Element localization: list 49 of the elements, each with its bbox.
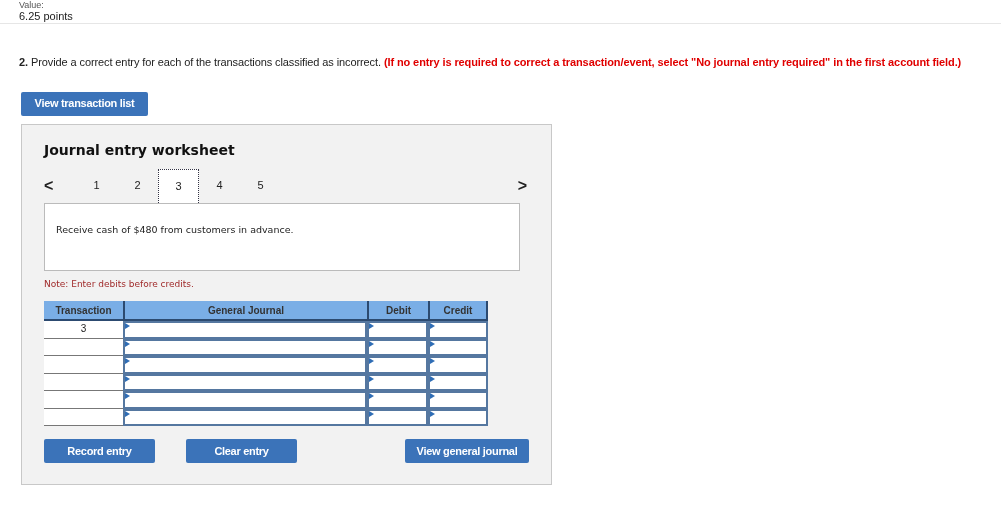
clear-entry-button[interactable]: Clear entry [186, 439, 297, 463]
tab[interactable]: 3 [158, 168, 199, 203]
note-text: Note: Enter debits before credits. [44, 277, 195, 291]
marker-icon [369, 340, 374, 347]
next-button[interactable]: > [517, 177, 527, 203]
marker-icon [369, 410, 374, 417]
marker-icon [369, 323, 374, 329]
input-field[interactable] [367, 356, 428, 374]
input-field[interactable] [123, 321, 367, 339]
input-field[interactable] [428, 321, 488, 339]
marker-icon [369, 375, 374, 382]
tab[interactable]: 4 [199, 168, 240, 203]
tab[interactable]: 1 [76, 168, 117, 203]
marker-icon [430, 410, 435, 417]
view-transaction-list-button[interactable]: View transaction list [21, 91, 148, 116]
column-header: Transaction [54, 303, 113, 318]
worksheet-title: Journal entry worksheet [44, 140, 236, 160]
view-general-journal-button[interactable]: View general journal [405, 439, 529, 463]
marker-icon [125, 340, 130, 347]
marker-icon [125, 393, 130, 399]
transaction-cell: 3 [44, 321, 123, 339]
record-entry-button[interactable]: Record entry [44, 439, 155, 463]
marker-icon [125, 410, 130, 417]
marker-icon [430, 393, 435, 399]
marker-icon [430, 358, 435, 364]
tab[interactable]: 5 [240, 168, 281, 203]
input-field[interactable] [367, 321, 428, 339]
input-field[interactable] [428, 391, 488, 409]
marker-icon [430, 375, 435, 382]
marker-icon [125, 358, 130, 364]
column-header: General Journal [123, 301, 367, 319]
marker-icon [369, 393, 374, 399]
question-text: 2. Provide a correct entry for each of the transactions classified as incorrect. (If no entry is required to correct a transaction/event, select "No journal entry required" in the first account field.) [18, 55, 963, 70]
description-text: Receive cash of $480 from customers in advance. [56, 223, 294, 235]
column-header: Debit [367, 301, 428, 319]
column-header: Credit [428, 301, 488, 319]
input-field[interactable] [367, 391, 428, 409]
previous-button[interactable]: < [44, 177, 64, 203]
input-field[interactable] [123, 356, 367, 374]
tab[interactable]: 2 [117, 168, 158, 203]
input-field[interactable] [428, 356, 488, 374]
marker-icon [369, 358, 374, 364]
points-text: 6.25 points [19, 10, 74, 23]
marker-icon [430, 323, 435, 329]
input-field[interactable] [123, 391, 367, 409]
marker-icon [430, 340, 435, 347]
marker-icon [125, 375, 130, 382]
marker-icon [125, 323, 130, 329]
value-label: Value: [19, 0, 45, 10]
